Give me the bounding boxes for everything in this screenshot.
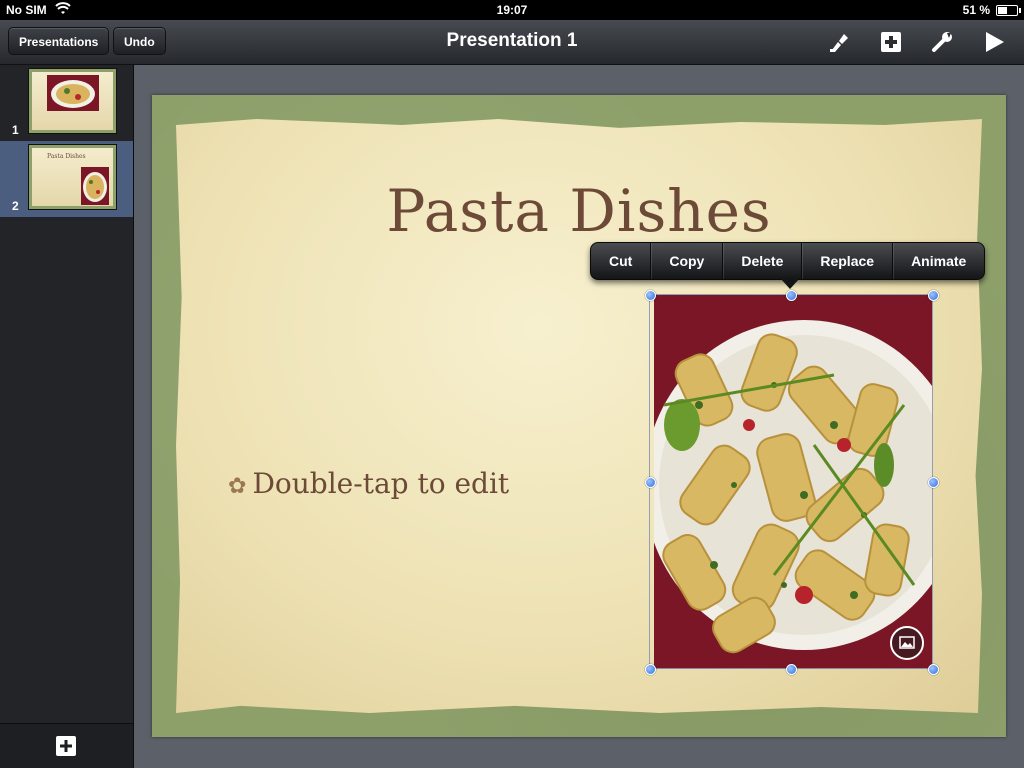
presentations-button[interactable]: Presentations [8,27,110,55]
play-icon[interactable] [982,30,1008,54]
undo-button[interactable]: Undo [113,27,166,55]
pasta-photo[interactable] [654,295,932,669]
pasta-image [654,295,932,669]
wrench-icon[interactable] [930,30,956,54]
slide-preview: Pasta Dishes [28,144,117,210]
resize-handle-bottom[interactable] [786,664,797,675]
image-icon [899,636,915,649]
slide-navigator: 1 2 Pasta Dishes [0,65,134,768]
toolbar: Presentations Undo Presentation 1 [0,20,1024,65]
resize-handle-left[interactable] [645,477,656,488]
plus-icon[interactable] [878,30,904,54]
pasta-photo-thumb-icon [81,167,109,205]
bullet-icon: ✿ [228,474,247,499]
battery-fill [998,7,1007,14]
bullet-placeholder[interactable]: ✿ Double-tap to edit [228,467,509,500]
pasta-photo-thumb-icon [47,75,99,111]
clock: 19:07 [496,3,528,17]
battery-percent: 51 % [962,3,990,17]
slide-number: 1 [12,123,19,137]
image-mask-button[interactable] [890,626,924,660]
menu-item-animate[interactable]: Animate [893,243,984,279]
resize-handle-top-left[interactable] [645,290,656,301]
slide-thumbnail-2[interactable]: 2 Pasta Dishes [0,141,133,217]
resize-handle-top-right[interactable] [928,290,939,301]
resize-handle-right[interactable] [928,477,939,488]
add-slide-icon[interactable] [56,736,76,756]
sidebar-footer [0,723,133,768]
paintbrush-icon[interactable] [826,30,852,54]
battery-icon [996,5,1021,16]
menu-item-cut[interactable]: Cut [591,243,652,279]
resize-handle-bottom-left[interactable] [645,664,656,675]
slide-number: 2 [12,199,19,213]
slide-thumbnail-1[interactable]: 1 [0,65,133,141]
thumb-title: Pasta Dishes [47,153,86,160]
menu-item-delete[interactable]: Delete [723,243,803,279]
status-bar: No SIM 19:07 51 % [0,0,1024,20]
resize-handle-bottom-right[interactable] [928,664,939,675]
resize-handle-top[interactable] [786,290,797,301]
menu-item-copy[interactable]: Copy [651,243,724,279]
slide-preview [28,68,117,134]
context-menu-arrow [780,278,800,289]
context-menu: Cut Copy Delete Replace Animate [590,242,986,280]
slide-title[interactable]: Pasta Dishes [152,177,1006,245]
bullet-text: Double-tap to edit [252,467,510,500]
menu-item-replace[interactable]: Replace [802,243,894,279]
